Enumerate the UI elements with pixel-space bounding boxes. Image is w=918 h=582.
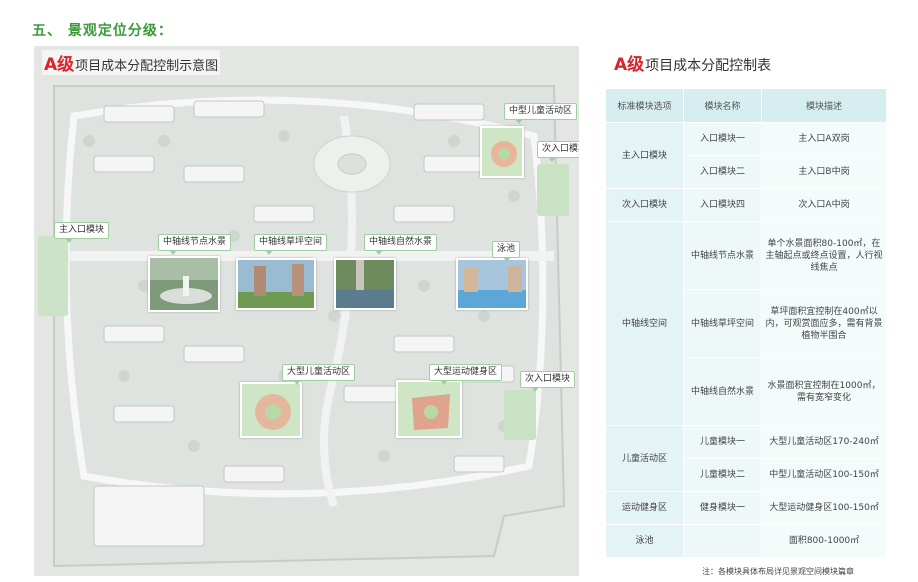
map-title-text: 项目成本分配控制示意图 xyxy=(75,59,219,74)
module-desc: 单个水景面积80-100㎡，在主轴起点或终点设置，人行视线焦点 xyxy=(761,221,887,290)
axis-lawn-photo xyxy=(236,258,316,310)
module-name: 中轴线自然水景 xyxy=(683,357,762,426)
module-name: 儿童模块一 xyxy=(683,425,762,459)
table-header-row: 标准模块选项 模块名称 模块描述 xyxy=(605,88,887,123)
section-heading: 五、 景观定位分级： xyxy=(32,23,173,39)
header-option: 标准模块选项 xyxy=(605,88,684,123)
callout-large-sport: 大型运动健身区 xyxy=(429,364,503,385)
medium-kids-plan-image xyxy=(480,126,524,178)
table-row: 中轴线空间 中轴线节点水景 单个水景面积80-100㎡，在主轴起点或终点设置，人… xyxy=(605,221,887,426)
axis-node-water-photo xyxy=(148,256,220,312)
module-name: 入口模块二 xyxy=(683,155,762,189)
table-row: 泳池 面积800-1000㎡ xyxy=(605,524,887,558)
pool-photo xyxy=(456,258,528,310)
large-kids-plan-image xyxy=(240,382,302,438)
table-title-grade: A级 xyxy=(614,55,645,75)
site-plan-map: A级项目成本分配控制示意图 中型儿童活动区 次入口模块 主入口模块 中轴线节点水… xyxy=(34,46,579,576)
table-row: 主入口模块 入口模块一 主入口A双岗 xyxy=(605,122,887,189)
module-name: 入口模块一 xyxy=(683,122,762,156)
main-entry-zone xyxy=(38,236,68,316)
module-desc: 面积800-1000㎡ xyxy=(761,524,887,558)
secondary-entry-top-zone xyxy=(537,164,569,216)
callout-secondary-entry-right: 次入口模块 xyxy=(520,371,576,392)
axis-natural-water-photo xyxy=(334,258,396,310)
map-title-grade: A级 xyxy=(44,55,75,75)
callout-axis-node: 中轴线节点水景 xyxy=(158,234,232,255)
table-title-text: 项目成本分配控制表 xyxy=(645,58,772,74)
callout-secondary-entry-top: 次入口模块 xyxy=(537,141,579,162)
module-desc: 大型儿童活动区170-240㎡ xyxy=(761,425,887,459)
large-sport-plan-image xyxy=(396,380,462,438)
callout-medium-kids: 中型儿童活动区 xyxy=(504,103,578,124)
callout-large-kids: 大型儿童活动区 xyxy=(282,364,356,385)
module-name xyxy=(683,524,762,558)
category-pool: 泳池 xyxy=(605,524,684,558)
module-desc: 主入口B中岗 xyxy=(761,155,887,189)
module-name: 健身模块一 xyxy=(683,491,762,525)
callout-pool: 泳池 xyxy=(492,241,521,262)
module-name: 中轴线草坪空间 xyxy=(683,289,762,358)
map-title: A级项目成本分配控制示意图 xyxy=(42,50,221,75)
module-name: 中轴线节点水景 xyxy=(683,221,762,290)
category-secondary-entry: 次入口模块 xyxy=(605,188,684,222)
table-row: 运动健身区 健身模块一 大型运动健身区100-150㎡ xyxy=(605,491,887,525)
module-name: 儿童模块二 xyxy=(683,458,762,492)
category-main-entry: 主入口模块 xyxy=(605,122,684,189)
callout-axis-natural: 中轴线自然水景 xyxy=(364,234,438,255)
table-note: 注：各模块具体布局详见景观空间模块篇章 xyxy=(702,567,854,576)
module-desc: 草坪面积宜控制在400㎡以内，可观赏面应多，需有背景植物半围合 xyxy=(761,289,887,358)
module-name: 入口模块四 xyxy=(683,188,762,222)
header-module-desc: 模块描述 xyxy=(761,88,887,123)
callout-main-entry: 主入口模块 xyxy=(54,222,110,243)
callout-axis-lawn: 中轴线草坪空间 xyxy=(254,234,328,255)
category-axis: 中轴线空间 xyxy=(605,221,684,426)
module-desc: 水景面积宜控制在1000㎡，需有宽窄变化 xyxy=(761,357,887,426)
table-row: 次入口模块 入口模块四 次入口A中岗 xyxy=(605,188,887,222)
module-desc: 大型运动健身区100-150㎡ xyxy=(761,491,887,525)
module-desc: 中型儿童活动区100-150㎡ xyxy=(761,458,887,492)
category-sport: 运动健身区 xyxy=(605,491,684,525)
secondary-entry-right-zone xyxy=(504,390,536,440)
table-row: 儿童活动区 儿童模块一 大型儿童活动区170-240㎡ xyxy=(605,425,887,492)
cost-control-table: 标准模块选项 模块名称 模块描述 主入口模块 入口模块一 主入口A双岗 入口模块… xyxy=(605,88,887,558)
category-kids: 儿童活动区 xyxy=(605,425,684,492)
module-desc: 主入口A双岗 xyxy=(761,122,887,156)
table-title: A级项目成本分配控制表 xyxy=(614,50,771,75)
module-desc: 次入口A中岗 xyxy=(761,188,887,222)
header-module-name: 模块名称 xyxy=(683,88,762,123)
